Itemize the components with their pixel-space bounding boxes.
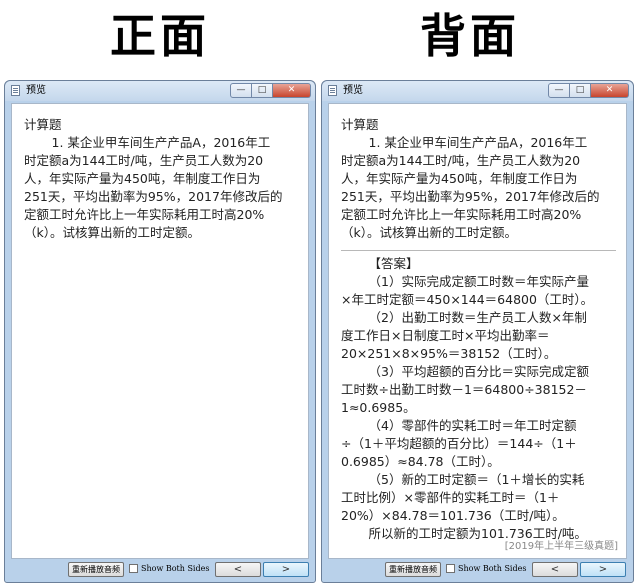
card-back-text: 计算题 1. 某企业甲车间生产产品A，2016年工 时定额a为144工时/吨，生… [341, 116, 616, 543]
question-line: 时定额a为144工时/吨，生产员工人数为20 [341, 153, 581, 168]
show-both-sides-checkbox[interactable] [446, 564, 455, 573]
question-line: （k）。试核算出新的工时定额。 [341, 225, 517, 240]
replay-audio-button[interactable]: 重新播放音频 [68, 562, 124, 577]
show-both-sides-label[interactable]: Show Both Sides [458, 563, 526, 575]
window-controls: — □ ✕ [548, 83, 629, 98]
window-controls: — □ ✕ [230, 83, 311, 98]
maximize-button[interactable]: □ [252, 83, 273, 98]
answer-line: （3）平均超额的百分比＝实际完成定额 [368, 364, 589, 379]
close-button[interactable]: ✕ [273, 83, 311, 98]
answer-line: 工时数÷出勤工时数－1＝64800÷38152－ [341, 382, 587, 397]
title-bar[interactable]: 预览 — □ ✕ [322, 81, 633, 101]
answer-line: （1）实际完成定额工时数＝年实际产量 [368, 274, 589, 289]
maximize-button[interactable]: □ [570, 83, 591, 98]
question-line: 人，年实际产量为450吨，年制度工作日为 [24, 171, 261, 186]
front-heading: 正面 [110, 9, 210, 63]
previous-button[interactable]: < [215, 562, 261, 577]
answer-line: 1≈0.6985。 [341, 400, 416, 415]
next-button[interactable]: > [580, 562, 626, 577]
section-label: 计算题 [24, 117, 62, 132]
next-button[interactable]: > [263, 562, 309, 577]
card-content-area[interactable]: 计算题 1. 某企业甲车间生产产品A，2016年工 时定额a为144工时/吨，生… [11, 103, 309, 559]
question-line: （k）。试核算出新的工时定额。 [24, 225, 200, 240]
question-text: 计算题 1. 某企业甲车间生产产品A，2016年工 时定额a为144工时/吨，生… [24, 116, 298, 242]
document-icon [11, 85, 20, 96]
answer-divider [341, 250, 616, 251]
answer-line: （5）新的工时定额＝（1＋增长的实耗 [368, 472, 585, 487]
footer-bar: 重新播放音频 Show Both Sides < > [328, 561, 627, 579]
preview-window-front: 预览 — □ ✕ 计算题 1. 某企业甲车间生产产品A，2016年工 时定额a为… [4, 80, 316, 583]
close-button[interactable]: ✕ [591, 83, 629, 98]
answer-text: （1）实际完成定额工时数＝年实际产量 ×年工时定额＝450×144＝64800（工… [341, 273, 616, 543]
window-title: 预览 [26, 85, 46, 96]
preview-window-back: 预览 — □ ✕ 计算题 1. 某企业甲车间生产产品A，2016年工 时定额a为… [321, 80, 634, 583]
answer-line: （2）出勤工时数＝生产员工人数×年制 [368, 310, 587, 325]
minimize-button[interactable]: — [230, 83, 252, 98]
answer-line: ÷（1＋平均超额的百分比）＝144÷（1＋ [341, 436, 577, 451]
source-note: [2019年上半年三级真题] [504, 541, 618, 552]
footer-bar: 重新播放音频 Show Both Sides < > [11, 561, 309, 579]
question-line: 251天，平均出勤率为95%，2017年修改后的 [24, 189, 283, 204]
document-icon [328, 85, 337, 96]
replay-audio-button[interactable]: 重新播放音频 [385, 562, 441, 577]
section-label: 计算题 [341, 117, 379, 132]
answer-line: 度工作日×日制度工时×平均出勤率＝ [341, 328, 550, 343]
answer-line: 20×251×8×95%＝38152（工时）。 [341, 346, 557, 361]
question-line: 人，年实际产量为450吨，年制度工作日为 [341, 171, 578, 186]
previous-button[interactable]: < [532, 562, 578, 577]
answer-header: 【答案】 [368, 256, 419, 271]
show-both-sides-checkbox[interactable] [129, 564, 138, 573]
answer-line: 20%）×84.78＝101.736（工时/吨）。 [341, 508, 565, 523]
minimize-button[interactable]: — [548, 83, 570, 98]
window-title: 预览 [343, 85, 363, 96]
answer-line: 0.6985）≈84.78（工时）。 [341, 454, 500, 469]
title-bar[interactable]: 预览 — □ ✕ [5, 81, 315, 101]
back-heading: 背面 [420, 9, 520, 63]
show-both-sides-label[interactable]: Show Both Sides [141, 563, 209, 575]
question-line: 1. 某企业甲车间生产产品A，2016年工 [368, 135, 588, 150]
question-line: 251天，平均出勤率为95%，2017年修改后的 [341, 189, 600, 204]
question-line: 定额工时允许比上一年实际耗用工时高20% [24, 207, 265, 222]
card-content-area[interactable]: 计算题 1. 某企业甲车间生产产品A，2016年工 时定额a为144工时/吨，生… [328, 103, 627, 559]
answer-line: 工时比例）×零部件的实耗工时＝（1＋ [341, 490, 560, 505]
answer-line: ×年工时定额＝450×144＝64800（工时）。 [341, 292, 594, 307]
question-line: 时定额a为144工时/吨，生产员工人数为20 [24, 153, 264, 168]
question-line: 定额工时允许比上一年实际耗用工时高20% [341, 207, 582, 222]
question-line: 1. 某企业甲车间生产产品A，2016年工 [51, 135, 271, 150]
answer-line: （4）零部件的实耗工时＝年工时定额 [368, 418, 577, 433]
